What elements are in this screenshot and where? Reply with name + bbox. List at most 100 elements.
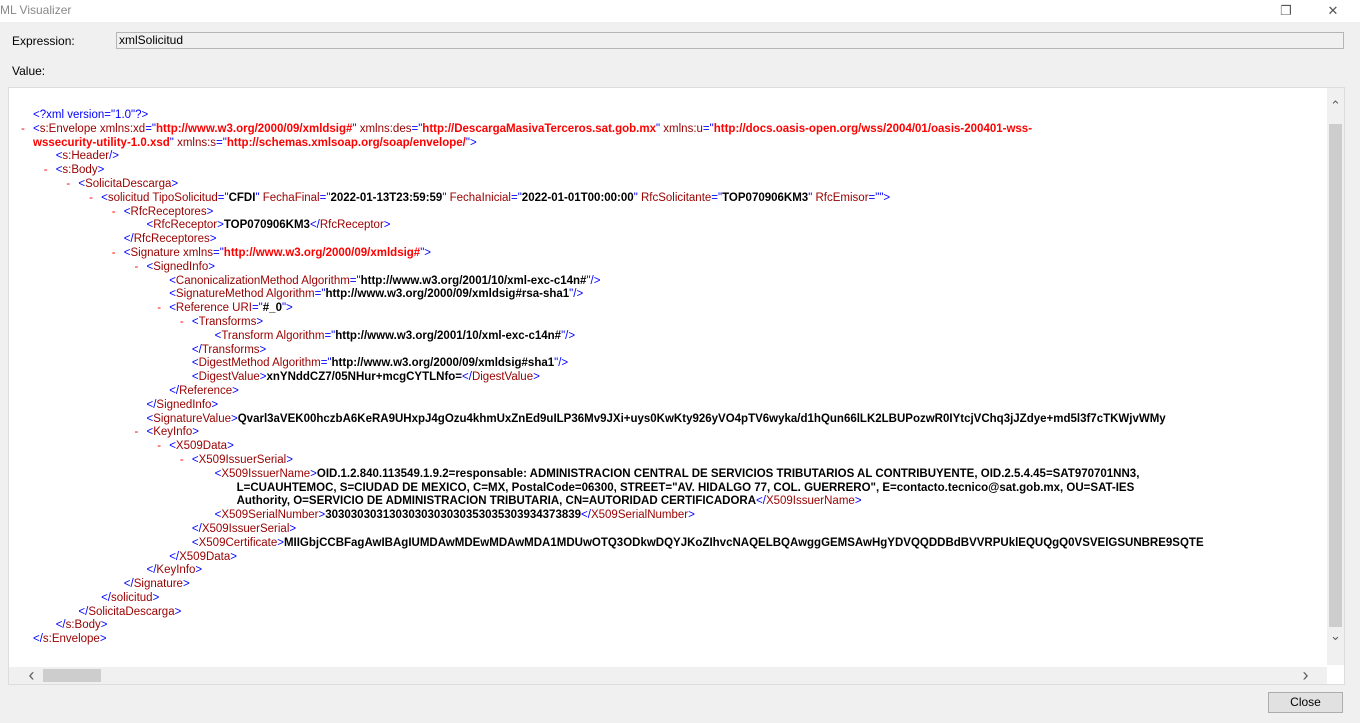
xml-line-text: <SignatureMethod Algorithm="http://www.w… <box>169 288 584 301</box>
xml-line: <X509SerialNumber>3030303031303030303030… <box>9 509 1327 523</box>
xml-line-text: <X509IssuerName>OID.1.2.840.113549.1.9.2… <box>214 467 1140 480</box>
xml-line-text: <?xml version="1.0"?> <box>33 109 149 121</box>
xml-line: </s:Envelope> <box>9 633 1327 647</box>
collapse-toggle[interactable]: - <box>157 440 161 454</box>
xml-line-text: <s:Body> <box>55 164 105 177</box>
xml-line[interactable]: - <SignedInfo> <box>9 261 1327 275</box>
xml-line-text: <SignedInfo> <box>146 260 215 273</box>
xml-line: </X509IssuerSerial> <box>9 523 1327 537</box>
xml-line-text: </Signature> <box>123 578 190 591</box>
xml-line: <s:Header/> <box>9 150 1327 164</box>
scroll-right-icon[interactable]: › <box>1297 665 1314 684</box>
xml-line: <DigestMethod Algorithm="http://www.w3.o… <box>9 357 1327 371</box>
window-title: ML Visualizer <box>0 3 72 17</box>
xml-line[interactable]: - <Signature xmlns="http://www.w3.org/200… <box>9 247 1327 261</box>
xml-line-text: <X509Data> <box>169 440 234 453</box>
collapse-toggle[interactable]: - <box>44 164 48 178</box>
xml-line[interactable]: - <KeyInfo> <box>9 426 1327 440</box>
close-window-icon[interactable]: ✕ <box>1313 0 1353 22</box>
xml-line-text: </s:Body> <box>55 619 108 632</box>
xml-line-text: </Reference> <box>169 384 239 397</box>
xml-line-text: <Signature xmlns="http://www.w3.org/2000… <box>123 246 432 259</box>
xml-viewer[interactable]: <?xml version="1.0"?> - <s:Envelope xmlns:… <box>8 87 1345 685</box>
xml-line: L=CUAUHTEMOC, S=CIUDAD DE MEXICO, C=MX, … <box>9 482 1327 496</box>
close-button[interactable]: Close <box>1268 692 1343 713</box>
xml-line: <SignatureMethod Algorithm="http://www.w… <box>9 288 1327 302</box>
xml-line: Authority, O=SERVICIO DE ADMINISTRACION … <box>9 495 1327 509</box>
collapse-toggle[interactable]: - <box>89 192 93 206</box>
xml-line[interactable]: - <solicitud TipoSolicitud="CFDI" FechaFi… <box>9 192 1327 206</box>
xml-line-text: <DigestMethod Algorithm="http://www.w3.o… <box>191 357 569 370</box>
collapse-toggle[interactable]: - <box>112 206 116 220</box>
xml-line[interactable]: - <s:Envelope xmlns:xd="http://www.w3.org… <box>9 123 1327 137</box>
xml-line-text: <s:Header/> <box>55 150 119 163</box>
vertical-scroll-thumb[interactable] <box>1329 124 1342 627</box>
scroll-down-icon[interactable]: ⌄ <box>1327 628 1344 644</box>
xml-line-text: </SolicitaDescarga> <box>78 605 182 618</box>
xml-line: <DigestValue>xnYNddCZ7/05NHur+mcgCYTLNfo… <box>9 371 1327 385</box>
xml-line[interactable]: - <Reference URI="#_0"> <box>9 302 1327 316</box>
xml-line: </X509Data> <box>9 551 1327 565</box>
xml-line-text: L=CUAUHTEMOC, S=CIUDAD DE MEXICO, C=MX, … <box>236 481 1135 494</box>
xml-content: <?xml version="1.0"?> - <s:Envelope xmlns:… <box>9 109 1327 665</box>
xml-line: </KeyInfo> <box>9 564 1327 578</box>
scroll-up-icon[interactable]: ⌃ <box>1327 98 1344 114</box>
expression-field[interactable]: xmlSolicitud <box>116 32 1344 49</box>
vertical-scrollbar[interactable]: ⌃ ⌄ <box>1327 88 1344 665</box>
horizontal-scroll-thumb[interactable] <box>43 669 101 682</box>
collapse-toggle[interactable]: - <box>135 426 139 440</box>
xml-line: <?xml version="1.0"?> <box>9 109 1327 123</box>
xml-line-text: </SignedInfo> <box>146 398 219 411</box>
xml-line[interactable]: - <X509IssuerSerial> <box>9 454 1327 468</box>
xml-line[interactable]: - <Transforms> <box>9 316 1327 330</box>
xml-line-text: <DigestValue>xnYNddCZ7/05NHur+mcgCYTLNfo… <box>191 371 540 384</box>
xml-line-text: </X509Data> <box>169 550 237 563</box>
xml-line: </Signature> <box>9 578 1327 592</box>
expression-label: Expression: <box>12 34 75 48</box>
xml-line[interactable]: - <SolicitaDescarga> <box>9 178 1327 192</box>
collapse-toggle[interactable]: - <box>21 123 25 137</box>
xml-line-text: <Reference URI="#_0"> <box>169 302 293 315</box>
collapse-toggle[interactable]: - <box>112 247 116 261</box>
xml-line-text: </X509IssuerSerial> <box>191 522 297 535</box>
xml-line: <X509IssuerName>OID.1.2.840.113549.1.9.2… <box>9 468 1327 482</box>
collapse-toggle[interactable]: - <box>66 178 70 192</box>
scroll-left-icon[interactable]: ‹ <box>23 665 40 684</box>
value-label: Value: <box>12 64 46 78</box>
collapse-toggle[interactable]: - <box>180 454 184 468</box>
xml-line[interactable]: - <RfcReceptores> <box>9 206 1327 220</box>
xml-line-text: </solicitud> <box>101 591 160 604</box>
restore-icon[interactable]: ❐ <box>1266 0 1306 22</box>
xml-line-text: </KeyInfo> <box>146 564 203 577</box>
xml-line: <SignatureValue>Qvarl3aVEK00hczbA6KeRA9U… <box>9 413 1327 427</box>
xml-line-text: <X509IssuerSerial> <box>191 453 293 466</box>
xml-line-text: wssecurity-utility-1.0.xsd" xmlns:s="htt… <box>33 136 477 149</box>
xml-line: </RfcReceptores> <box>9 233 1327 247</box>
xml-line-text: <solicitud TipoSolicitud="CFDI" FechaFin… <box>101 191 891 204</box>
xml-line: </Reference> <box>9 385 1327 399</box>
xml-line-text: <s:Envelope xmlns:xd="http://www.w3.org/… <box>33 122 1033 135</box>
xml-line[interactable]: - <s:Body> <box>9 164 1327 178</box>
xml-line: <Transform Algorithm="http://www.w3.org/… <box>9 330 1327 344</box>
xml-line-text: <KeyInfo> <box>146 426 199 439</box>
title-bar: ML Visualizer ❐ ✕ <box>0 0 1360 22</box>
xml-line-text: </RfcReceptores> <box>123 233 217 246</box>
xml-line: </s:Body> <box>9 619 1327 633</box>
xml-line: <RfcReceptor>TOP070906KM3</RfcReceptor> <box>9 219 1327 233</box>
collapse-toggle[interactable]: - <box>180 316 184 330</box>
collapse-toggle[interactable]: - <box>135 261 139 275</box>
xml-line-text: <RfcReceptor>TOP070906KM3</RfcReceptor> <box>146 219 391 232</box>
xml-line: </SignedInfo> <box>9 399 1327 413</box>
xml-line-text: <Transform Algorithm="http://www.w3.org/… <box>214 329 576 342</box>
horizontal-scrollbar[interactable]: ‹ › <box>9 665 1327 684</box>
xml-line-text: <Transforms> <box>191 315 264 328</box>
xml-line-text: <CanonicalizationMethod Algorithm="http:… <box>169 274 601 287</box>
xml-line: <CanonicalizationMethod Algorithm="http:… <box>9 275 1327 289</box>
xml-line-text: </s:Envelope> <box>33 633 107 646</box>
xml-line-text: </Transforms> <box>191 343 267 356</box>
collapse-toggle[interactable]: - <box>157 302 161 316</box>
xml-line[interactable]: - <X509Data> <box>9 440 1327 454</box>
xml-line-text: <SignatureValue>Qvarl3aVEK00hczbA6KeRA9U… <box>146 412 1166 425</box>
xml-line-text: <X509Certificate>MIIGbjCCBFagAwIBAgIUMDA… <box>191 536 1204 549</box>
xml-line: wssecurity-utility-1.0.xsd" xmlns:s="htt… <box>9 137 1327 151</box>
